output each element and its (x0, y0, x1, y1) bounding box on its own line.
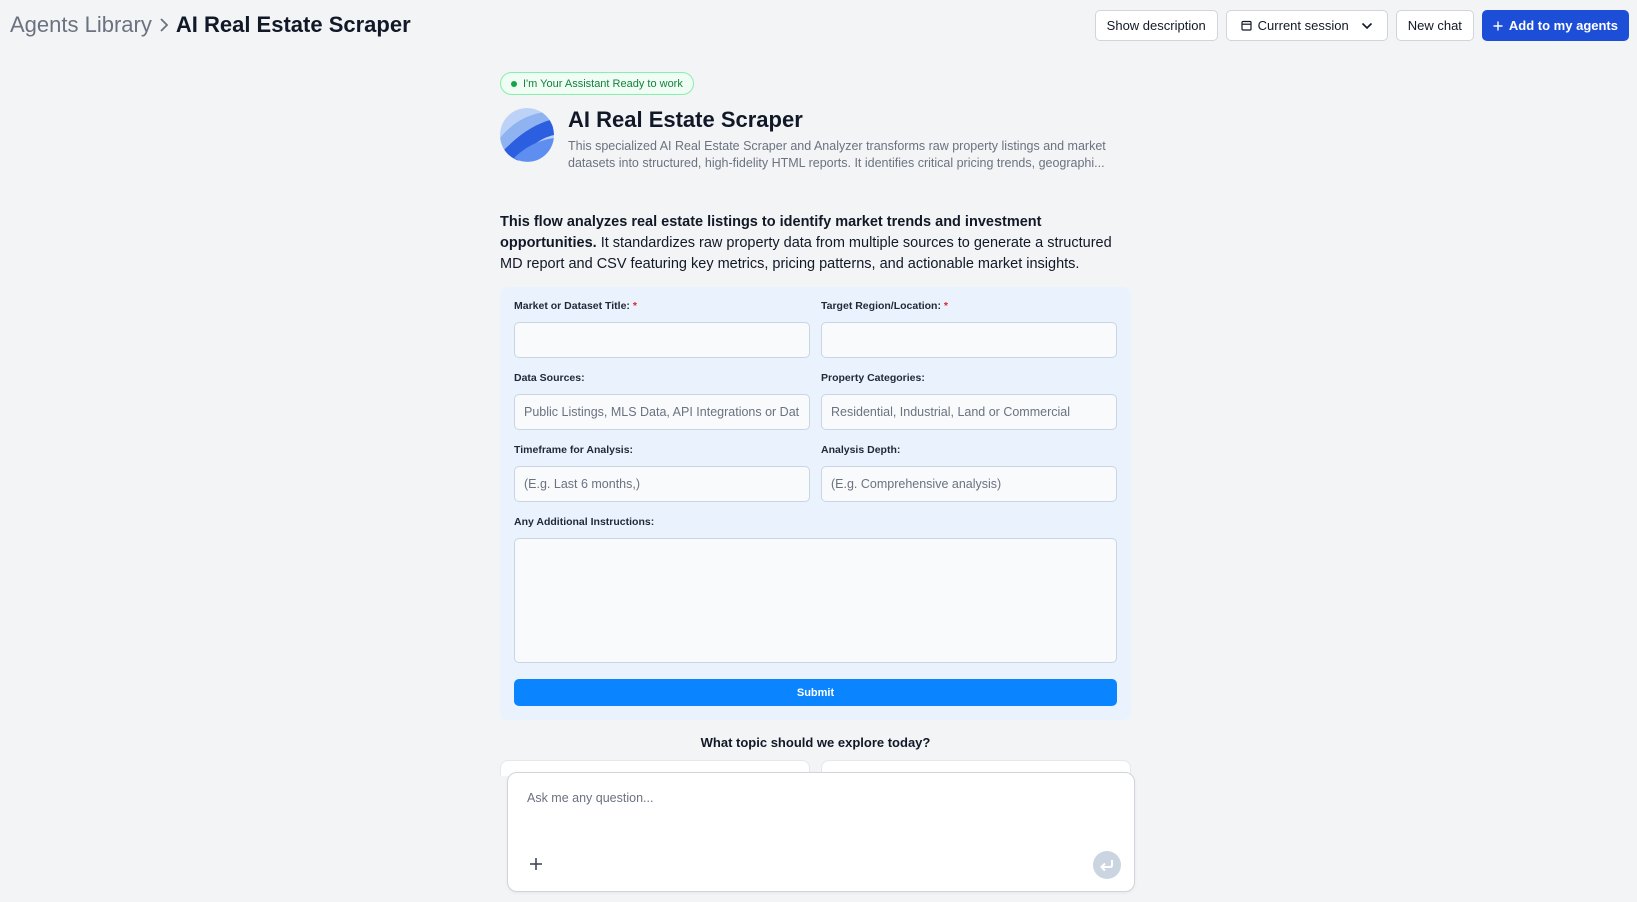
region-field: Target Region/Location: * (821, 300, 1117, 358)
input-form: Market or Dataset Title: * Target Region… (500, 287, 1131, 720)
analysis-depth-label: Analysis Depth: (821, 444, 901, 456)
breadcrumb-agents-library[interactable]: Agents Library (10, 12, 152, 38)
page-title: AI Real Estate Scraper (175, 12, 411, 37)
instructions-textarea[interactable] (514, 538, 1117, 663)
market-title-input[interactable] (514, 322, 810, 358)
form-row: Data Sources: Property Categories: (514, 372, 1117, 430)
submit-button[interactable]: Submit (514, 679, 1117, 706)
add-to-my-agents-button[interactable]: Add to my agents (1481, 10, 1629, 41)
main-content: I'm Your Assistant Ready to work AI Real… (500, 72, 1131, 776)
calendar-icon (1241, 20, 1252, 31)
agent-description: This specialized AI Real Estate Scraper … (568, 139, 1106, 170)
region-label: Target Region/Location: * (821, 300, 948, 312)
agent-title: AI Real Estate Scraper (568, 107, 803, 132)
show-description-label: Show description (1106, 18, 1206, 33)
analysis-depth-field: Analysis Depth: (821, 444, 1117, 502)
chat-composer (507, 772, 1135, 892)
analysis-depth-input[interactable] (821, 466, 1117, 502)
breadcrumb: Agents Library AI Real Estate Scraper (10, 10, 411, 40)
send-button[interactable] (1093, 851, 1121, 879)
header-actions: Show description Current session New cha… (1094, 10, 1629, 41)
show-description-button[interactable]: Show description (1094, 10, 1218, 41)
plus-icon (1493, 21, 1503, 31)
required-mark: * (943, 300, 948, 312)
property-categories-input[interactable] (821, 394, 1117, 430)
new-chat-button[interactable]: New chat (1395, 10, 1474, 41)
property-categories-field: Property Categories: (821, 372, 1117, 430)
data-sources-label: Data Sources: (514, 372, 585, 384)
chevron-right-icon (158, 17, 170, 33)
flow-description: This flow analyzes real estate listings … (500, 212, 1131, 275)
timeframe-field: Timeframe for Analysis: (514, 444, 810, 502)
market-title-field: Market or Dataset Title: * (514, 300, 810, 358)
current-session-label: Current session (1257, 18, 1349, 33)
instructions-field: Any Additional Instructions: (514, 516, 1117, 668)
required-mark: * (632, 300, 637, 312)
instructions-label: Any Additional Instructions: (514, 516, 655, 528)
form-row: Any Additional Instructions: (514, 516, 1117, 668)
agent-header: AI Real Estate Scraper This specialized … (500, 105, 1131, 172)
agent-avatar (500, 108, 554, 162)
property-categories-label: Property Categories: (821, 372, 925, 384)
add-to-my-agents-label: Add to my agents (1508, 18, 1618, 33)
new-chat-label: New chat (1407, 18, 1462, 33)
data-sources-field: Data Sources: (514, 372, 810, 430)
chat-input[interactable] (527, 787, 1087, 809)
attach-plus-icon[interactable] (527, 855, 545, 873)
explore-heading: What topic should we explore today? (700, 735, 931, 750)
form-row: Market or Dataset Title: * Target Region… (514, 300, 1117, 358)
market-title-label: Market or Dataset Title: * (514, 300, 637, 312)
chevron-down-icon (1361, 22, 1373, 30)
status-badge: I'm Your Assistant Ready to work (500, 72, 694, 95)
status-dot-icon (511, 80, 517, 87)
agent-info: AI Real Estate Scraper This specialized … (568, 105, 1128, 172)
top-bar: Agents Library AI Real Estate Scraper Sh… (0, 0, 1637, 50)
status-badge-label: I'm Your Assistant Ready to work (523, 77, 683, 90)
region-input[interactable] (821, 322, 1117, 358)
timeframe-label: Timeframe for Analysis: (514, 444, 634, 456)
form-row: Timeframe for Analysis: Analysis Depth: (514, 444, 1117, 502)
current-session-dropdown[interactable]: Current session (1225, 10, 1388, 41)
enter-arrow-icon (1100, 860, 1113, 872)
data-sources-input[interactable] (514, 394, 810, 430)
timeframe-input[interactable] (514, 466, 810, 502)
